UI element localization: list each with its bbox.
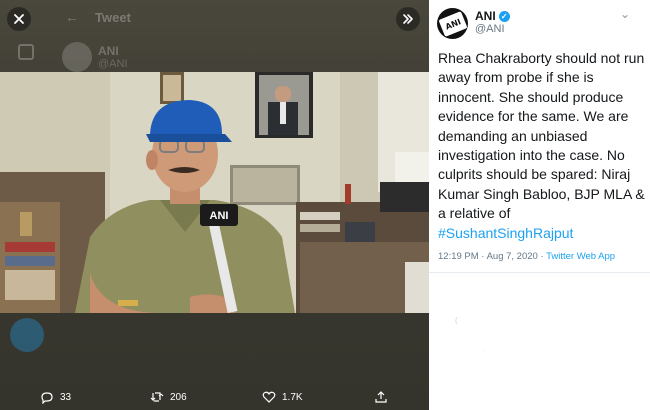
tweet-source-link[interactable]: Twitter Web App: [546, 251, 615, 262]
media-action-bar: 33 206 1.7K: [0, 386, 429, 410]
retweet-button[interactable]: 206: [150, 390, 187, 404]
chevron-double-right-icon: [403, 14, 413, 24]
tweet-timestamp[interactable]: 12:19 PM · Aug 7, 2020 ·: [438, 251, 546, 262]
media-viewer: ← Tweet ANI @ANI ANI 33 206 1.7K: [0, 0, 429, 410]
avatar-logo: ANI: [438, 10, 467, 37]
hashtag-link[interactable]: #SushantSinghRajput: [438, 225, 573, 241]
faint-mark: ·: [483, 346, 486, 355]
divider: [429, 272, 650, 273]
tweet-photo[interactable]: ANI: [0, 72, 429, 313]
tweet-body: Rhea Chakraborty should not run away fro…: [438, 50, 645, 222]
author-handle[interactable]: @ANI: [475, 23, 505, 35]
author-name-row[interactable]: ANI ✓: [475, 9, 510, 23]
background-avatar: [62, 42, 92, 72]
background-header-title: Tweet: [95, 10, 131, 25]
background-author-name: ANI: [98, 44, 119, 58]
reply-icon: [41, 392, 53, 404]
photo-mic-label: ANI: [210, 210, 229, 222]
background-home-icon: [18, 44, 34, 60]
reply-count: 33: [60, 391, 72, 403]
like-count: 1.7K: [282, 391, 303, 403]
close-icon: [14, 14, 24, 24]
retweet-icon: [150, 392, 164, 402]
tweet-panel: ANI ANI ✓ @ANI ⌄ Rhea Chakraborty should…: [429, 0, 650, 410]
more-options-chevron-down-icon[interactable]: ⌄: [620, 7, 630, 21]
share-icon: [375, 391, 387, 403]
expand-panel-button[interactable]: [396, 7, 420, 31]
retweet-count: 206: [170, 391, 187, 403]
close-button[interactable]: [7, 7, 31, 31]
reply-button[interactable]: 33: [40, 390, 71, 404]
verified-badge-icon: ✓: [498, 10, 510, 22]
tweet-text: Rhea Chakraborty should not run away fro…: [438, 49, 646, 243]
tweet-meta: 12:19 PM · Aug 7, 2020 · Twitter Web App: [438, 251, 615, 262]
background-compose-button: [10, 318, 44, 352]
avatar[interactable]: ANI: [437, 8, 468, 39]
heart-icon: [262, 391, 276, 403]
author-name: ANI: [475, 9, 496, 23]
faint-mark: (: [455, 316, 458, 325]
like-button[interactable]: 1.7K: [262, 390, 303, 404]
background-author-handle: @ANI: [98, 58, 128, 70]
share-button[interactable]: [374, 390, 388, 404]
background-back-arrow-icon: ←: [65, 9, 79, 25]
